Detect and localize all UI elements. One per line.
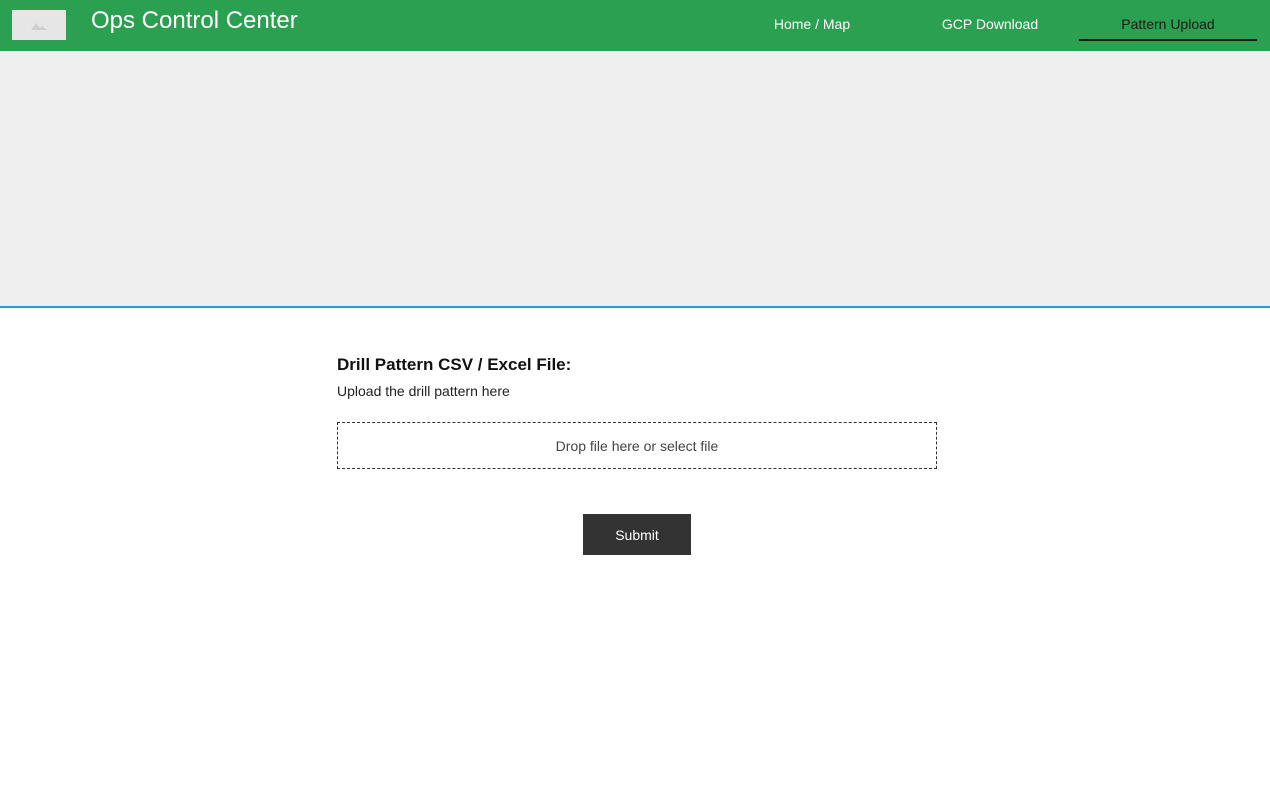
nav-pattern-upload[interactable]: Pattern Upload bbox=[1079, 15, 1257, 41]
form-description: Upload the drill pattern here bbox=[337, 383, 510, 399]
nav-gcp-download[interactable]: GCP Download bbox=[920, 15, 1060, 35]
nav-home-map[interactable]: Home / Map bbox=[752, 15, 872, 35]
banner-area bbox=[0, 51, 1270, 308]
logo-image-placeholder-icon[interactable] bbox=[12, 10, 66, 40]
form-label: Drill Pattern CSV / Excel File: bbox=[337, 355, 572, 374]
submit-button[interactable]: Submit bbox=[583, 514, 691, 555]
mountain-image-icon bbox=[31, 23, 47, 30]
app-title: Ops Control Center bbox=[91, 7, 298, 34]
dropzone-text: Drop file here or select file bbox=[555, 437, 719, 454]
top-navigation-bar: Ops Control Center Home / Map GCP Downlo… bbox=[0, 0, 1270, 51]
file-dropzone[interactable]: Drop file here or select file bbox=[337, 422, 937, 469]
